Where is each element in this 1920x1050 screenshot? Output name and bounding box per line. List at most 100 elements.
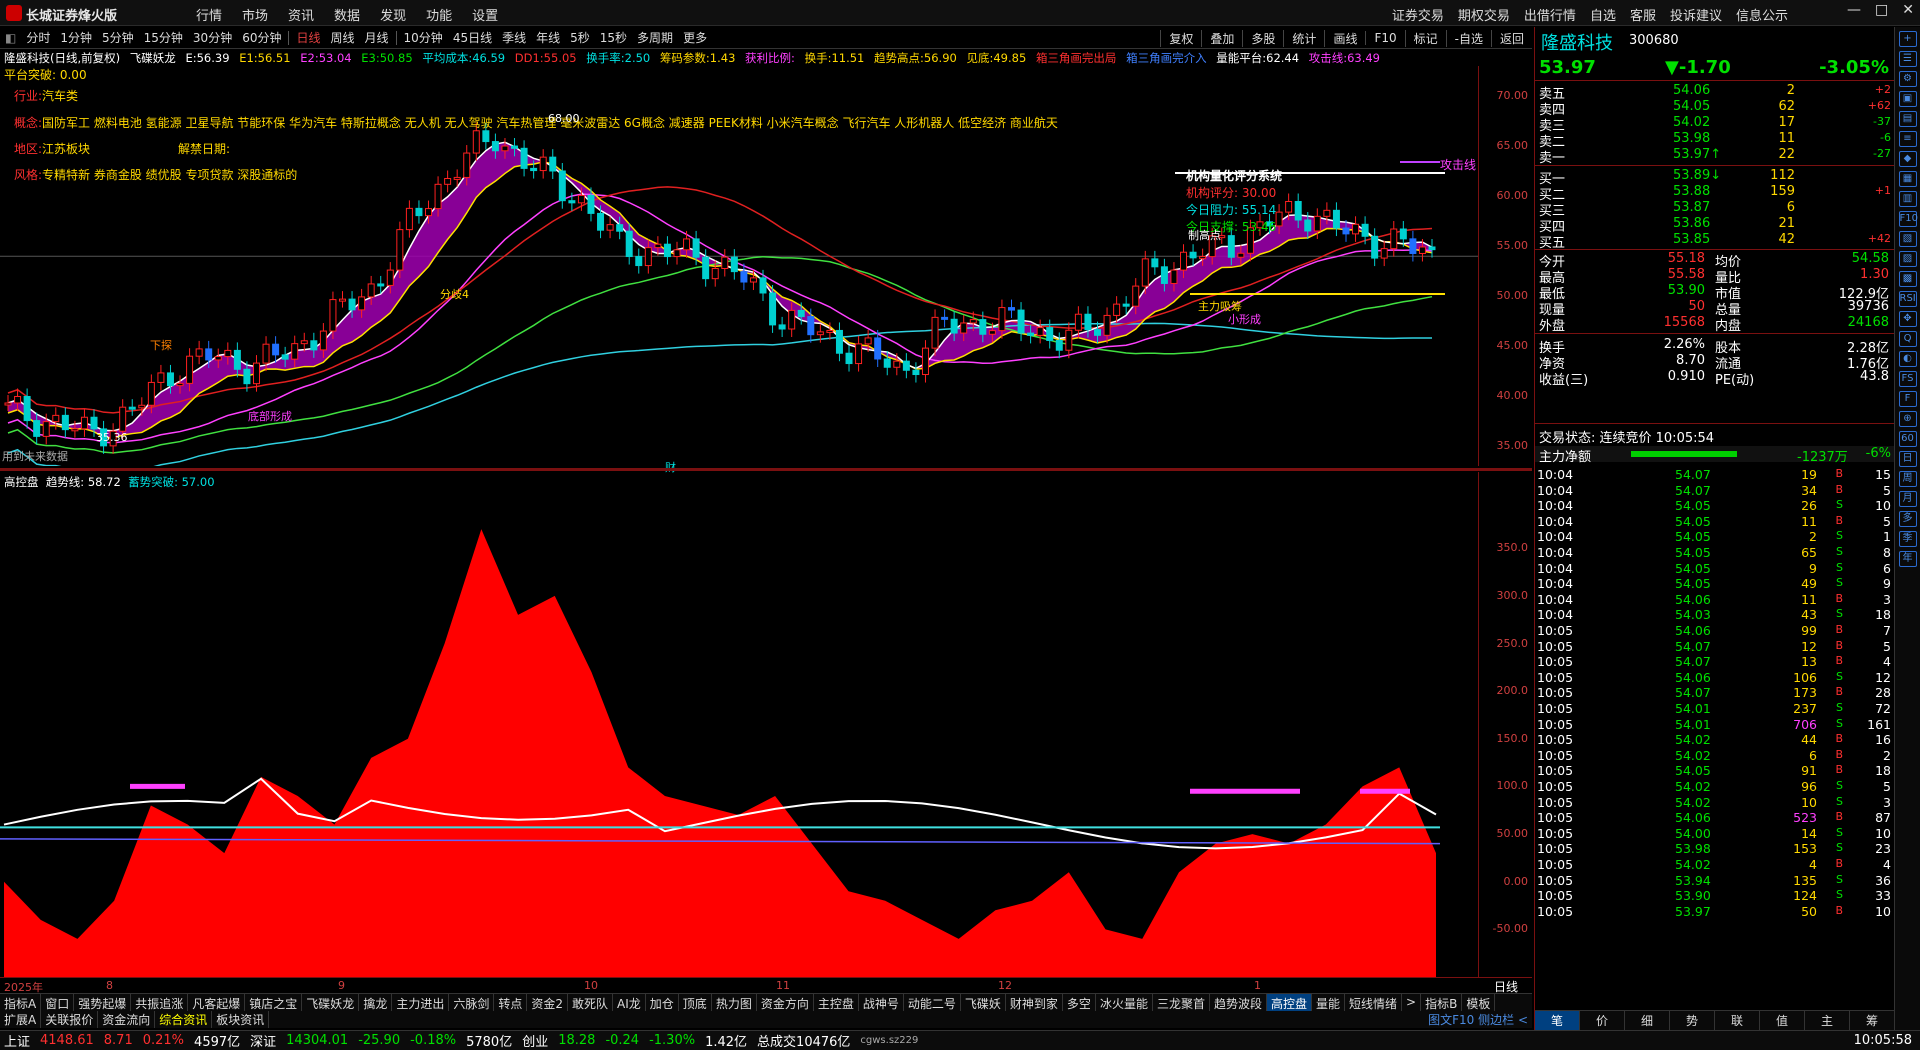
sub-chart-svg[interactable] [0,472,1478,977]
toolbar-icon[interactable]: ▣ [1898,91,1917,107]
link-securities-trade[interactable]: 证券交易 [1392,5,1444,24]
main-flow-label[interactable]: 主力净额 [1539,446,1591,465]
toolbar-icon[interactable]: 日 [1898,451,1917,467]
toolbar-icon[interactable]: 季 [1898,531,1917,547]
quote-tab[interactable]: 势 [1670,1011,1715,1030]
indicator-tab[interactable]: AI龙 [613,994,646,1011]
indicator-tab[interactable]: 六脉剑 [449,994,495,1011]
period-tab[interactable]: 5分钟 [97,29,139,46]
indicator-tab[interactable]: 三龙聚首 [1153,994,1210,1011]
toolbar-icon[interactable]: ▥ [1898,191,1917,207]
pane-divider[interactable] [0,468,1532,471]
indicator-tab[interactable]: 敢死队 [568,994,614,1011]
order-book-row[interactable]: 买四 53.86 21 [1535,216,1895,235]
indicator-tab[interactable]: > [1402,994,1422,1011]
menu-item-shezhi[interactable]: 设置 [472,5,498,24]
order-book-row[interactable]: 卖一 53.97↑ 22 -27 [1535,147,1895,166]
link-lending-quotes[interactable]: 出借行情 [1524,5,1576,24]
order-book-row[interactable]: 买一 53.89↓ 112 [1535,168,1895,187]
toolbar-icon[interactable]: RSI [1898,291,1917,307]
period-tab[interactable]: 15分钟 [139,29,188,46]
quote-tab[interactable]: 值 [1760,1011,1805,1030]
order-book-row[interactable]: 买三 53.87 6 [1535,200,1895,219]
indicator-tab[interactable]: 财神到家 [1006,994,1063,1011]
link-complaints[interactable]: 投诉建议 [1670,5,1722,24]
indicator-tab[interactable]: 动能二号 [904,994,961,1011]
toolbar-icon[interactable]: 周 [1898,471,1917,487]
link-disclosure[interactable]: 信息公示 [1736,5,1788,24]
remove-watchlist-button[interactable]: -自选 [1445,29,1491,47]
sh-index-label[interactable]: 上证 [4,1031,30,1050]
ext-tab[interactable]: 资金流向 [98,1011,156,1028]
ext-tab-active[interactable]: 综合资讯 [155,1011,213,1028]
stats-button[interactable]: 统计 [1283,29,1324,47]
quote-tab[interactable]: 筹 [1850,1011,1895,1030]
indicator-tab[interactable]: 战神号 [859,994,904,1011]
period-tab[interactable]: 10分钟 [399,29,448,46]
ext-tab[interactable]: 关联报价 [41,1011,99,1028]
link-watchlist[interactable]: 自选 [1590,5,1616,24]
indicator-tab[interactable]: 擒龙 [359,994,393,1011]
toolbar-icon[interactable]: ⊕ [1898,411,1917,427]
period-tab[interactable]: 30分钟 [188,29,237,46]
toolbar-icon[interactable]: ✥ [1898,311,1917,327]
indicator-tab[interactable]: 短线情绪 [1345,994,1403,1011]
toolbar-icon[interactable]: ≡ [1898,131,1917,147]
indicator-tab[interactable]: 热力图 [712,994,757,1011]
indicator-tab[interactable]: 窗口 [41,994,75,1011]
sub-indicator-name[interactable]: 高控盘 [4,475,39,489]
period-tab[interactable]: 45日线 [448,29,497,46]
period-tab[interactable]: 年线 [531,29,565,46]
period-tab[interactable]: 60分钟 [237,29,286,46]
indicator-tab[interactable]: 顶底 [679,994,712,1011]
ext-tab[interactable]: 扩展A [0,1011,42,1028]
toolbar-icon[interactable]: ⚙ [1898,71,1917,87]
indicator-tab[interactable]: 凡客起爆 [188,994,246,1011]
toolbar-icon[interactable]: 月 [1898,491,1917,507]
quote-tab[interactable]: 价 [1580,1011,1625,1030]
sub-indicator-chart[interactable] [0,472,1478,977]
toolbar-icon[interactable]: ▨ [1898,251,1917,267]
indicator-tab[interactable]: 强势起爆 [74,994,132,1011]
indicator-tab[interactable]: 高控盘 [1266,994,1312,1011]
minimize-icon[interactable]: — [1847,2,1861,18]
order-book-row[interactable]: 卖四 54.05 62 +62 [1535,99,1895,118]
adjust-button[interactable]: 复权 [1160,29,1201,47]
toolbar-icon[interactable]: ☰ [1898,51,1917,67]
overlay-button[interactable]: 叠加 [1201,29,1242,47]
period-tab[interactable]: 周线 [326,29,360,46]
indicator-tab[interactable]: 镇店之宝 [245,994,303,1011]
menu-item-hangqing[interactable]: 行情 [196,5,222,24]
indicator-tab[interactable]: 飞碟妖龙 [302,994,360,1011]
indicator-tab[interactable]: 资金2 [527,994,569,1011]
sz-index-label[interactable]: 深证 [250,1031,276,1050]
order-book-row[interactable]: 卖二 53.98 11 -6 [1535,131,1895,150]
toolbar-icon[interactable]: + [1898,31,1917,47]
toolbar-icon[interactable]: ▧ [1898,231,1917,247]
indicator-tab[interactable]: 冰火量能 [1096,994,1153,1011]
indicator-tab[interactable]: 转点 [494,994,528,1011]
indicator-tab[interactable]: 共振追涨 [131,994,189,1011]
ext-tab[interactable]: 板块资讯 [212,1011,270,1028]
quote-tab[interactable]: 细 [1625,1011,1670,1030]
toolbar-icon[interactable]: ▩ [1898,271,1917,287]
menu-item-shichang[interactable]: 市场 [242,5,268,24]
indicator-tab[interactable]: 趋势波段 [1210,994,1267,1011]
toolbar-icon[interactable]: Q [1898,331,1917,347]
toolbar-icon[interactable]: ◐ [1898,351,1917,367]
period-tab[interactable]: 月线 [360,29,394,46]
indicator-tab[interactable]: 资金方向 [757,994,814,1011]
maximize-icon[interactable]: □ [1875,2,1888,18]
period-tab[interactable]: 多周期 [632,29,678,46]
period-tab[interactable]: 15秒 [595,29,632,46]
mark-button[interactable]: 标记 [1404,29,1446,47]
indicator-tab[interactable]: 指标A [0,994,42,1011]
toolbar-icon[interactable]: ◆ [1898,151,1917,167]
toolbar-icon[interactable]: FS [1898,371,1917,387]
quote-tab[interactable]: 联 [1715,1011,1760,1030]
indicator-tab[interactable]: 飞碟妖 [961,994,1006,1011]
back-button[interactable]: 返回 [1490,29,1532,47]
indicator-tab[interactable]: 主力进出 [392,994,450,1011]
quote-tab[interactable]: 笔 [1535,1011,1580,1030]
indicator-value[interactable]: 飞碟妖龙 [130,51,176,65]
